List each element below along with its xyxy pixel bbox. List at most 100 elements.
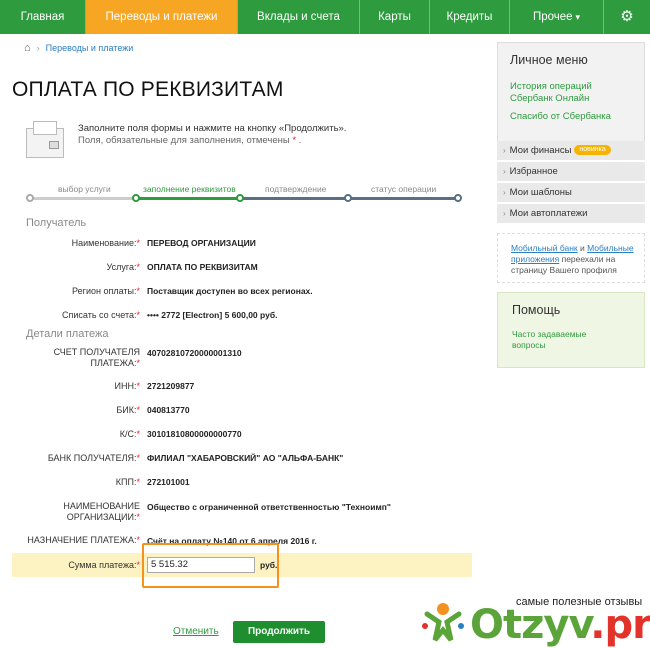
nav-item-transfers[interactable]: Переводы и платежи [86, 0, 238, 34]
wallet-form-icon [26, 121, 64, 158]
intro-period: . [298, 135, 302, 146]
new-badge: новинка [574, 145, 611, 156]
chevron-right-icon: › [503, 188, 506, 197]
step-dot [132, 194, 140, 202]
progress-steps: выбор услуги заполнение реквизитов подтв… [26, 182, 462, 204]
account-select[interactable]: •••• 2772 [Electron] 5 600,00 руб. [147, 310, 277, 320]
field-label: Списать со счета:* [62, 310, 140, 321]
watermark-logo: Otzyv.pro [470, 602, 650, 648]
field-label: К/С:* [120, 429, 140, 440]
chevron-right-icon: › [503, 209, 506, 218]
help-card: Помощь Часто задаваемые вопросы [497, 292, 645, 368]
mobile-bank-link[interactable]: Мобильный банк [511, 243, 578, 253]
field-value: Общество с ограниченной ответственностью… [147, 502, 391, 512]
required-mark: * [136, 453, 140, 463]
highlight-frame [142, 543, 279, 588]
cancel-link[interactable]: Отменить [173, 626, 219, 637]
watermark-figure-icon [422, 603, 464, 642]
required-mark: * [136, 310, 140, 320]
required-mark: * [136, 286, 140, 296]
spasibo-link[interactable]: Спасибо от Сбербанка [510, 111, 632, 123]
intro-line-1: Заполните поля формы и нажмите на кнопку… [78, 123, 347, 134]
field-label: БАНК ПОЛУЧАТЕЛЯ:* [48, 453, 140, 464]
top-nav: Главная Переводы и платежи Вклады и счет… [0, 0, 650, 34]
faq-link[interactable]: Часто задаваемые вопросы [512, 329, 602, 351]
label-text: НАИМЕНОВАНИЕ [63, 501, 140, 511]
step-dot [26, 194, 34, 202]
step-dot [236, 194, 244, 202]
watermark-logo-main: Otzyv [470, 602, 591, 648]
field-label: НАЗНАЧЕНИЕ ПЛАТЕЖА:* [27, 535, 140, 546]
label-text: БИК: [116, 405, 137, 415]
chevron-right-icon: › [503, 146, 506, 155]
step-dot [454, 194, 462, 202]
field-value: 272101001 [147, 477, 190, 487]
nav-item-deposits[interactable]: Вклады и счета [238, 0, 360, 34]
required-mark: * [136, 429, 140, 439]
intro-line-2: Поля, обязательные для заполнения, отмеч… [78, 135, 346, 147]
label-text: КПП: [115, 477, 137, 487]
step-track-done [29, 197, 136, 200]
label-text: Услуга: [106, 262, 137, 272]
label-text: ПЛАТЕЖА: [90, 358, 137, 368]
sidebar-item-autopayments[interactable]: › Мои автоплатежи [497, 204, 645, 224]
step-label: выбор услуги [58, 184, 111, 194]
field-value: 040813770 [147, 405, 190, 415]
intro-text: Заполните поля формы и нажмите на кнопку… [78, 123, 346, 147]
label-text: К/С: [119, 429, 137, 439]
required-mark: * [136, 535, 140, 545]
nav-item-other-label: Прочее [532, 11, 573, 23]
field-label: Услуга:* [107, 262, 140, 273]
continue-button[interactable]: Продолжить [233, 621, 325, 643]
required-mark: * [136, 477, 140, 487]
label-text: ОРГАНИЗАЦИИ: [66, 512, 137, 522]
history-link[interactable]: История операций Сбербанк Онлайн [510, 81, 600, 105]
payment-section-title: Детали платежа [26, 328, 109, 340]
personal-menu-title: Личное меню [510, 53, 588, 67]
required-mark: * [292, 135, 297, 146]
field-label: НАИМЕНОВАНИЕ ОРГАНИЗАЦИИ:* [63, 501, 140, 523]
breadcrumb-item-transfers[interactable]: Переводы и платежи [46, 43, 134, 53]
label-text: НАЗНАЧЕНИЕ ПЛАТЕЖА: [27, 535, 137, 545]
required-mark: * [136, 512, 140, 522]
required-mark: * [136, 405, 140, 415]
label-text: ИНН: [114, 381, 137, 391]
watermark-logo-suffix: .pro [590, 602, 650, 648]
help-title: Помощь [512, 303, 561, 317]
step-track-current [136, 197, 240, 200]
nav-item-cards[interactable]: Карты [360, 0, 430, 34]
personal-menu-card: Личное меню История операций Сбербанк Он… [497, 42, 645, 142]
sidebar-item-favorites[interactable]: › Избранное [497, 162, 645, 182]
nav-item-other[interactable]: Прочее ▾ [510, 0, 604, 34]
field-value: Поставщик доступен во всех регионах. [147, 286, 313, 296]
breadcrumb-separator-icon: › [36, 43, 40, 53]
nav-item-home[interactable]: Главная [0, 0, 86, 34]
required-mark: * [136, 358, 140, 368]
sidebar-item-label: Мои автоплатежи [509, 208, 588, 219]
home-icon[interactable]: ⌂ [24, 42, 31, 54]
sidebar-item-finances[interactable]: › Мои финансы новинка [497, 141, 645, 161]
field-value: ФИЛИАЛ "ХАБАРОВСКИЙ" АО "АЛЬФА-БАНК" [147, 453, 344, 463]
required-mark: * [136, 381, 140, 391]
required-mark: * [136, 238, 140, 248]
label-text: БАНК ПОЛУЧАТЕЛЯ: [47, 453, 137, 463]
field-label: КПП:* [116, 477, 140, 488]
field-value: 2721209877 [147, 381, 195, 391]
gear-icon[interactable]: ⚙ [604, 0, 650, 34]
step-label-current: заполнение реквизитов [143, 184, 236, 194]
sidebar-item-templates[interactable]: › Мои шаблоны [497, 183, 645, 203]
field-label: БИК:* [116, 405, 140, 416]
field-label: ИНН:* [115, 381, 140, 392]
required-mark: * [136, 560, 140, 570]
field-label: Регион оплаты:* [72, 286, 140, 297]
recipient-section-title: Получатель [26, 217, 87, 229]
tip-text: и [577, 243, 588, 253]
step-label: подтверждение [265, 184, 327, 194]
field-value: 40702810720000001310 [147, 348, 242, 358]
page-title: ОПЛАТА ПО РЕКВИЗИТАМ [12, 78, 284, 101]
sidebar-item-label: Избранное [509, 166, 558, 177]
label-text: Регион оплаты: [72, 286, 137, 296]
label-text: Сумма платежа: [68, 560, 137, 570]
nav-item-credits[interactable]: Кредиты [430, 0, 510, 34]
step-label: статус операции [371, 184, 437, 194]
